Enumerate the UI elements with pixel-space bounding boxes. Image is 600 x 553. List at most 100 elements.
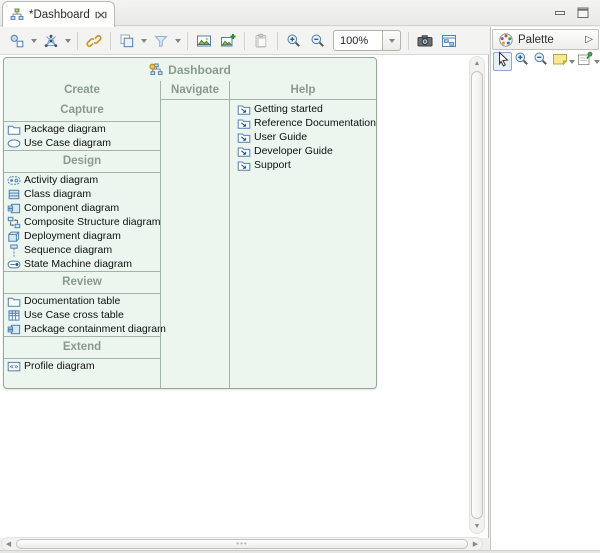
item-label: Getting started [254, 103, 323, 115]
note-tool[interactable] [550, 52, 569, 71]
horizontal-scroll-thumb[interactable]: ••• [16, 539, 468, 549]
editor-tab-strip: *Dashboard [0, 0, 600, 26]
help-column-header: Help [230, 81, 376, 100]
cursor-tool[interactable] [493, 52, 512, 71]
helpfolder-icon [237, 117, 251, 130]
minimize-button[interactable] [553, 6, 567, 20]
graph-layout-dropdown-button[interactable] [63, 30, 73, 52]
camera-button[interactable] [413, 30, 437, 52]
filter-dropdown-button[interactable] [173, 30, 183, 52]
dashboard-item-reference-documentation[interactable]: Reference Documentation [230, 116, 376, 130]
maximize-button[interactable] [576, 6, 590, 20]
dashboard-item-package-diagram[interactable]: Package diagram [4, 122, 160, 136]
scroll-left-icon[interactable]: ◀ [2, 538, 15, 551]
dashboard-item-composite-structure-diagram[interactable]: Composite Structure diagram [4, 215, 160, 229]
filter-button[interactable] [149, 30, 173, 52]
zoom-out-tool[interactable] [531, 52, 550, 71]
palette-header[interactable]: Palette ▷ [492, 29, 599, 50]
statemachine-icon [7, 258, 21, 271]
dashboard-item-user-guide[interactable]: User Guide [230, 130, 376, 144]
section-header-extend: Extend [4, 339, 160, 356]
scroll-right-icon[interactable]: ▶ [469, 538, 482, 551]
sequence-icon [7, 244, 21, 257]
item-label: Reference Documentation [254, 117, 376, 129]
item-label: Component diagram [24, 202, 119, 214]
diagram-window-button[interactable] [437, 30, 461, 52]
dashboard-item-state-machine-diagram[interactable]: State Machine diagram [4, 257, 160, 271]
toolbar-separator [277, 32, 278, 50]
palette-expand-icon[interactable]: ▷ [585, 34, 593, 45]
activity-icon [7, 174, 21, 187]
usecase-icon [7, 137, 21, 150]
tab-close-icon[interactable] [95, 9, 107, 21]
dashboard-item-sequence-diagram[interactable]: Sequence diagram [4, 243, 160, 257]
item-label: Composite Structure diagram [24, 216, 161, 228]
section-divider [4, 271, 160, 272]
dashboard-item-developer-guide[interactable]: Developer Guide [230, 144, 376, 158]
zoom-in-tool[interactable] [512, 52, 531, 71]
dashboard-item-support[interactable]: Support [230, 158, 376, 172]
scroll-down-icon[interactable]: ▼ [471, 520, 484, 533]
item-label: Class diagram [24, 188, 91, 200]
vertical-scroll-thumb[interactable] [471, 71, 483, 519]
copy-appearance-icon [119, 33, 135, 49]
image-button[interactable] [192, 30, 216, 52]
item-label: Developer Guide [254, 145, 333, 157]
graph-layout-button[interactable] [39, 30, 63, 52]
zoom-level-value: 100% [333, 30, 383, 51]
zoom-in-icon [286, 33, 302, 49]
item-label: Profile diagram [24, 360, 95, 372]
horizontal-scrollbar[interactable]: ◀ ••• ▶ [1, 537, 483, 551]
dashboard-item-activity-diagram[interactable]: Activity diagram [4, 173, 160, 187]
dashboard-item-documentation-table[interactable]: Documentation table [4, 294, 160, 308]
section-divider [4, 336, 160, 337]
tab-title: *Dashboard [29, 9, 90, 21]
dropdown-arrow-icon [175, 39, 181, 43]
diagram-canvas[interactable]: Dashboard Create CapturePackage diagramU… [0, 54, 489, 538]
dashboard-item-deployment-diagram[interactable]: Deployment diagram [4, 229, 160, 243]
pin-tool-dropdown[interactable] [594, 52, 600, 71]
dropdown-arrow-icon [31, 39, 37, 43]
section-header-review: Review [4, 274, 160, 291]
link-button[interactable] [82, 30, 106, 52]
dropdown-arrow-icon [141, 39, 147, 43]
zoom-out-icon [310, 33, 326, 49]
copy-appearance-button[interactable] [115, 30, 139, 52]
composite-icon [7, 216, 21, 229]
image-add-button[interactable] [216, 30, 240, 52]
tab-dashboard[interactable]: *Dashboard [2, 1, 115, 27]
dashboard-item-component-diagram[interactable]: Component diagram [4, 201, 160, 215]
diagram-shapes-dropdown-button[interactable] [29, 30, 39, 52]
dashboard-item-class-diagram[interactable]: Class diagram [4, 187, 160, 201]
diagram-shapes-button[interactable] [5, 30, 29, 52]
zoom-out-icon [533, 51, 549, 72]
diagram-window-icon [441, 33, 457, 49]
zoom-in-button[interactable] [282, 30, 306, 52]
item-label: Use Case cross table [24, 309, 124, 321]
scroll-up-icon[interactable]: ▲ [471, 57, 484, 70]
navigate-column: Navigate [160, 81, 229, 388]
palette-icon [498, 32, 514, 48]
pin-tool[interactable] [575, 52, 594, 71]
dashboard-item-package-containment-diagram[interactable]: Package containment diagram [4, 322, 160, 336]
toolbar-separator [110, 32, 111, 50]
zoom-dropdown-button[interactable] [383, 30, 401, 51]
item-label: Package containment diagram [24, 323, 166, 335]
image-add-icon [220, 33, 236, 49]
dashboard-item-getting-started[interactable]: Getting started [230, 102, 376, 116]
dashboard-item-use-case-diagram[interactable]: Use Case diagram [4, 136, 160, 150]
graph-layout-icon [43, 33, 59, 49]
zoom-out-button[interactable] [306, 30, 330, 52]
zoom-level-combo[interactable]: 100% [333, 30, 401, 51]
deployment-icon [7, 230, 21, 243]
item-label: Activity diagram [24, 174, 98, 186]
vertical-scrollbar[interactable]: ▲ ▼ [469, 56, 485, 534]
containment-icon [7, 323, 21, 336]
dashboard-item-use-case-cross-table[interactable]: Use Case cross table [4, 308, 160, 322]
profile-icon: «» [7, 360, 21, 373]
dashboard-item-profile-diagram[interactable]: «»Profile diagram [4, 359, 160, 373]
copy-appearance-dropdown-button[interactable] [139, 30, 149, 52]
helpfolder-icon [237, 103, 251, 116]
link-icon [86, 33, 102, 49]
paste-icon [253, 33, 269, 49]
